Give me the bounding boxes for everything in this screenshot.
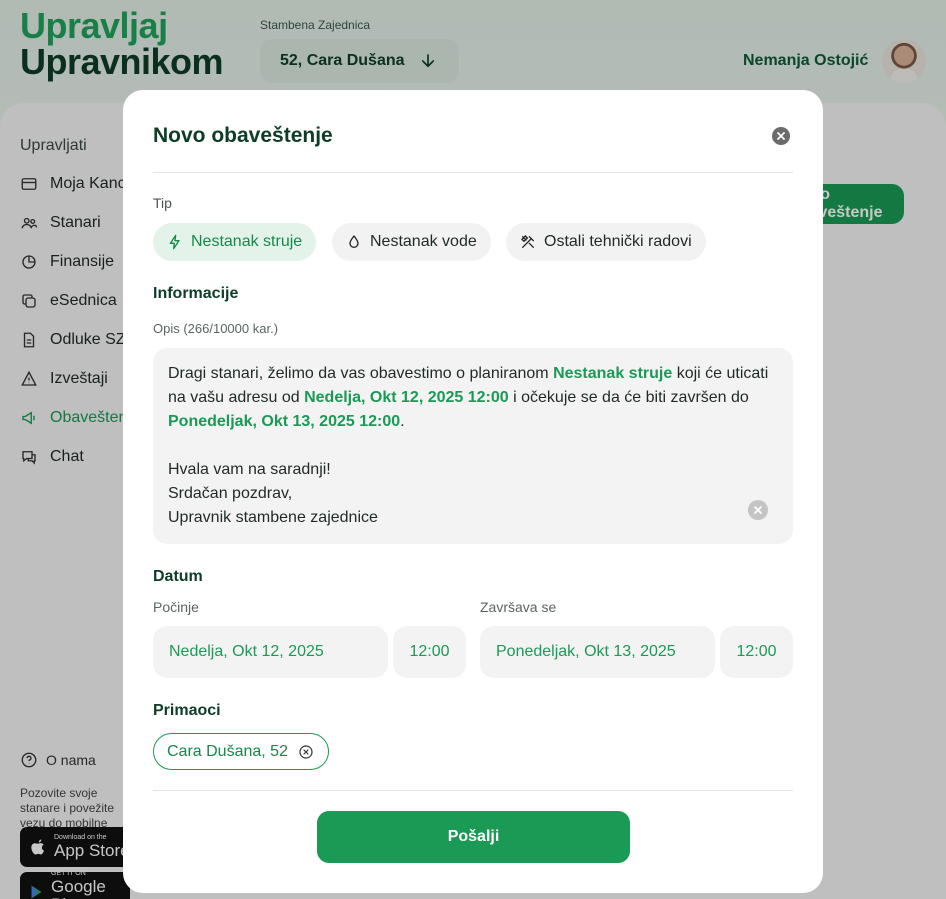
new-notice-modal: Novo obaveštenje Tip Nestanak struje Nes…: [123, 90, 823, 893]
description-line: Hvala vam na saradnji!: [168, 461, 331, 478]
description-label: Opis (266/10000 kar.): [153, 321, 279, 336]
divider: [153, 790, 793, 791]
close-icon: [777, 132, 785, 140]
type-chip-power[interactable]: Nestanak struje: [153, 223, 317, 261]
divider: [153, 172, 793, 173]
date-title: Datum: [153, 568, 203, 585]
type-chip-label: Nestanak vode: [370, 233, 477, 250]
description-line: Srdačan pozdrav,: [168, 485, 293, 502]
start-time-field[interactable]: 12:00: [393, 626, 466, 678]
description-textarea[interactable]: Dragi stanari, želimo da vas obavestimo …: [153, 348, 793, 544]
clear-description-button[interactable]: [748, 500, 768, 520]
tools-icon: [521, 235, 534, 248]
start-time-value: 12:00: [409, 643, 450, 660]
type-chip-water[interactable]: Nestanak vode: [332, 223, 491, 261]
description-paragraph: Dragi stanari, želimo da vas obavestimo …: [168, 365, 769, 430]
end-time-field[interactable]: 12:00: [720, 626, 793, 678]
end-date-field[interactable]: Ponedeljak, Okt 13, 2025: [480, 626, 715, 678]
desc-type-highlight: Nestanak struje: [553, 365, 673, 382]
lightning-icon: [169, 234, 180, 250]
remove-icon[interactable]: [298, 744, 314, 760]
recipient-label: Cara Dušana, 52: [167, 742, 288, 760]
close-button[interactable]: [772, 127, 790, 145]
type-chip-label: Ostali tehnički radovi: [544, 233, 692, 250]
start-label: Počinje: [153, 599, 199, 615]
recipient-chip[interactable]: Cara Dušana, 52: [153, 733, 329, 770]
description-line: Upravnik stambene zajednice: [168, 509, 378, 526]
recipients-title: Primaoci: [153, 702, 221, 719]
end-time-value: 12:00: [736, 643, 777, 660]
type-chip-other[interactable]: Ostali tehnički radovi: [506, 223, 706, 261]
end-label: Završava se: [480, 599, 557, 615]
info-title: Informacije: [153, 285, 239, 302]
start-date-field[interactable]: Nedelja, Okt 12, 2025: [153, 626, 388, 678]
end-date-value: Ponedeljak, Okt 13, 2025: [496, 643, 676, 660]
type-label: Tip: [153, 195, 172, 211]
start-date-value: Nedelja, Okt 12, 2025: [169, 643, 324, 660]
send-button[interactable]: Pošalji: [317, 811, 630, 863]
desc-end-highlight: Ponedeljak, Okt 13, 2025 12:00: [168, 413, 401, 430]
modal-title: Novo obaveštenje: [153, 124, 333, 147]
water-drop-icon: [349, 235, 359, 248]
type-chip-label: Nestanak struje: [191, 233, 303, 250]
desc-start-highlight: Nedelja, Okt 12, 2025 12:00: [304, 389, 509, 406]
close-icon: [754, 506, 762, 514]
